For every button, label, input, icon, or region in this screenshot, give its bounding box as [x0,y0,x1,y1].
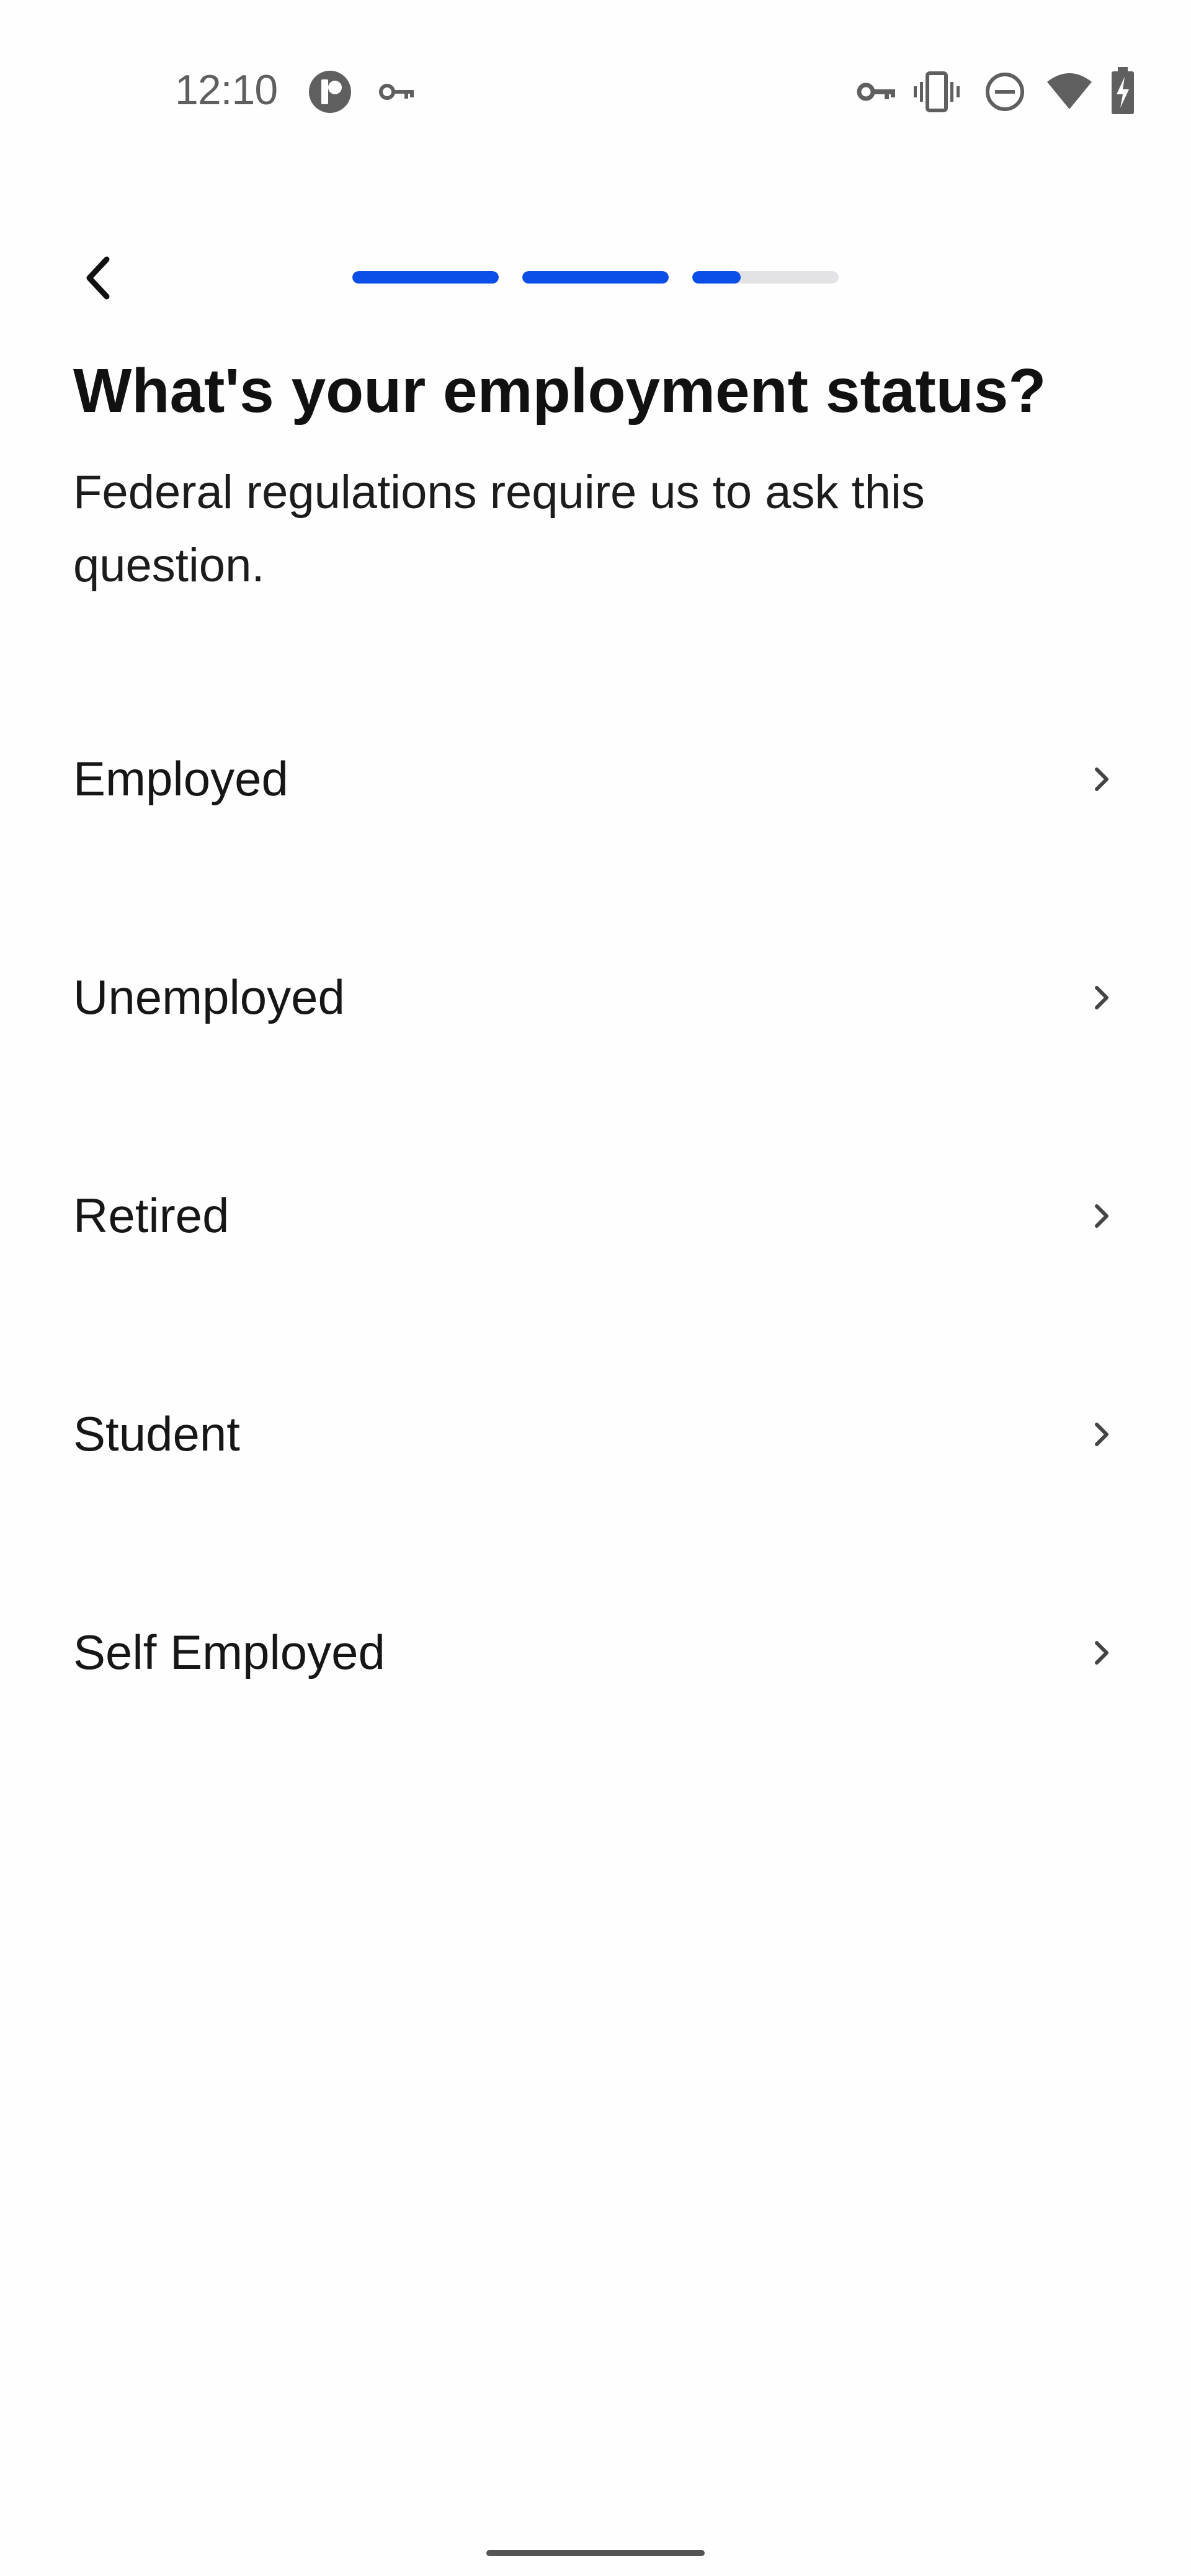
option-label: Unemployed [73,970,345,1024]
chevron-right-icon [1095,767,1108,791]
page-subtitle: Federal regulations require us to ask th… [73,466,925,592]
progress-step-3 [692,271,839,284]
progress-step-3-fill [692,271,741,284]
option-label: Self Employed [73,1625,385,1679]
do-not-disturb-icon [986,73,1024,111]
option-label: Student [73,1407,240,1461]
progress-step-2-fill [522,271,669,284]
chevron-left-icon [86,256,110,300]
option-label: Employed [73,751,288,806]
chevron-right-icon [1095,986,1108,1009]
vpn-key-icon [379,84,414,100]
back-button[interactable] [68,248,128,308]
chevron-right-icon [1095,1423,1108,1446]
option-self-employed[interactable]: Self Employed [0,1544,1191,1762]
home-gesture-bar[interactable] [486,2550,705,2556]
vpn-key-icon-right [857,83,895,101]
option-employed[interactable]: Employed [0,670,1191,888]
progress-step-2 [522,271,669,284]
option-student[interactable]: Student [0,1325,1191,1544]
progress-step-1-fill [352,271,499,284]
status-bar: 12:10 [0,0,1191,186]
vibrate-icon [914,71,960,112]
progress-step-1 [352,271,499,284]
status-time: 12:10 [175,66,278,114]
chevron-right-icon [1095,1204,1108,1228]
wifi-icon [1047,73,1092,109]
option-unemployed[interactable]: Unemployed [0,888,1191,1107]
app-notification-icon [309,71,351,113]
chevron-right-icon [1095,1641,1108,1665]
page-title: What's your employment status? [73,356,1046,426]
battery-charging-icon [1112,67,1134,114]
option-label: Retired [73,1188,230,1243]
screen: 12:10 What's your employment status? Fed… [0,0,1191,2576]
employment-options-list: Employed Unemployed Retired Student Self… [0,670,1191,1762]
option-retired[interactable]: Retired [0,1107,1191,1325]
